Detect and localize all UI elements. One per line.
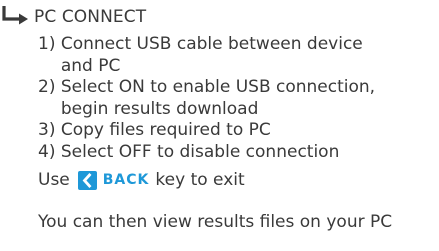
exit-prefix: Use [38, 170, 70, 190]
step-number: 2) [38, 77, 56, 97]
page-title: PC CONNECT [34, 7, 147, 27]
return-arrow-icon [0, 4, 32, 30]
step-text: Copy files required to PC [60, 120, 271, 140]
list-item: 1) Connect USB cable between device and … [38, 34, 406, 77]
step-text: Select OFF to disable connection [60, 141, 340, 162]
instruction-list: 1) Connect USB cable between device and … [38, 34, 406, 163]
exit-suffix: key to exit [155, 170, 245, 190]
chevron-left-icon [77, 170, 97, 190]
list-item: 2) Select ON to enable USB connection, b… [38, 77, 406, 120]
step-text: Connect USB cable between device and PC [60, 34, 363, 76]
list-item: 4) Select OFF to disable connection [38, 142, 406, 164]
footer-note: You can then view results files on your … [38, 212, 393, 232]
list-item: 3) Copy files required to PC [38, 120, 406, 142]
back-key: BACK [77, 170, 150, 190]
step-text: Select ON to enable USB connection, begi… [60, 77, 376, 119]
step-number: 3) [38, 120, 56, 140]
exit-instruction: Use BACK key to exit [38, 167, 245, 193]
back-key-label: BACK [102, 172, 150, 188]
step-number: 1) [38, 34, 56, 54]
heading-row: PC CONNECT [0, 2, 146, 32]
step-number: 4) [38, 141, 56, 162]
